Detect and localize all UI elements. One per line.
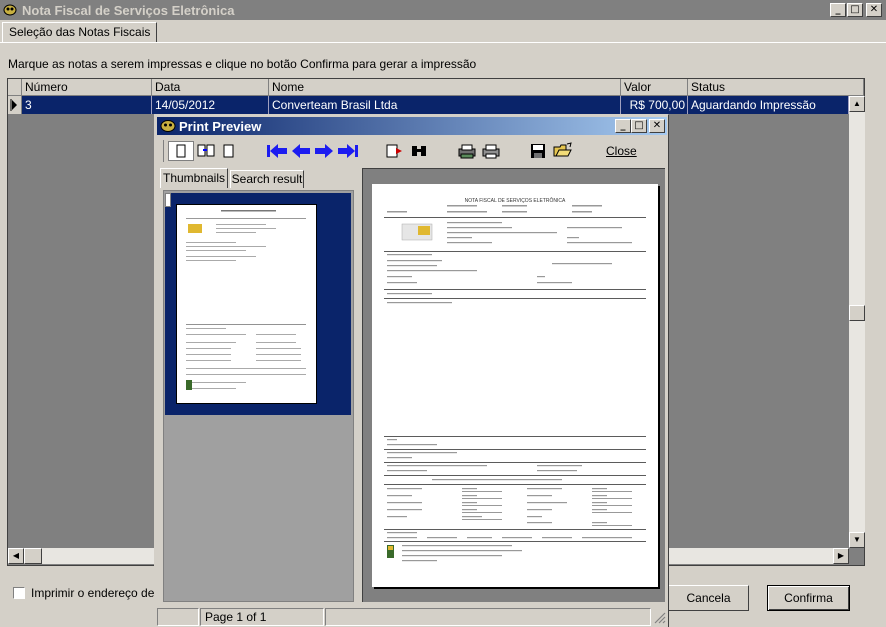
thumbnail-page-marker (165, 193, 171, 207)
preview-page[interactable]: NOTA FISCAL DE SERVIÇOS ELETRÔNICA (372, 184, 658, 587)
previous-page-icon[interactable] (291, 143, 311, 159)
header-indicator-cell (8, 79, 22, 96)
pp-close-button[interactable]: ✕ (649, 119, 665, 133)
print-address-checkbox[interactable] (13, 587, 25, 599)
scroll-right-button[interactable]: ▶ (833, 548, 849, 564)
cell-valor[interactable]: R$ 700,00 (621, 96, 688, 114)
app-icon (3, 4, 17, 16)
single-page-icon (176, 144, 186, 158)
scroll-down-button[interactable]: ▼ (849, 532, 865, 548)
toolbar-grip (163, 140, 164, 162)
column-header-nome[interactable]: Nome (269, 79, 621, 96)
scroll-left-button[interactable]: ◀ (8, 548, 24, 564)
pp-maximize-button[interactable]: □ (631, 119, 647, 133)
cell-numero[interactable]: 3 (22, 96, 152, 114)
hscroll-thumb[interactable] (24, 548, 42, 564)
tab-thumbnails[interactable]: Thumbnails (160, 168, 228, 188)
single-page-button[interactable] (168, 141, 194, 161)
confirm-button[interactable]: Confirma (767, 585, 850, 611)
column-header-numero[interactable]: Número (22, 79, 152, 96)
print-setup-icon[interactable] (457, 143, 477, 159)
column-header-status[interactable]: Status (688, 79, 864, 96)
print-address-label: Imprimir o endereço de c (31, 586, 164, 600)
tab-selecao-notas[interactable]: Seleção das Notas Fiscais (2, 22, 158, 43)
print-preview-titlebar[interactable]: Print Preview _ □ ✕ (157, 117, 667, 135)
open-folder-icon[interactable] (553, 142, 573, 159)
scroll-up-button[interactable]: ▲ (849, 96, 865, 112)
tab-label: Seleção das Notas Fiscais (9, 25, 151, 39)
instruction-text: Marque as notas a serem impressas e cliq… (8, 57, 477, 71)
column-header-valor[interactable]: Valor (621, 79, 688, 96)
thumbnail-page-content (176, 204, 317, 404)
two-pages-icon (197, 144, 215, 157)
main-titlebar[interactable]: Nota Fiscal de Serviços Eletrônica _ □ ✕ (0, 0, 886, 20)
current-row-arrow-icon (10, 99, 17, 111)
tab-divider (0, 42, 886, 43)
find-binoculars-icon[interactable] (410, 143, 428, 159)
grid-vertical-scrollbar[interactable] (849, 96, 865, 548)
row-indicator[interactable] (8, 96, 22, 114)
maximize-button[interactable]: □ (847, 3, 863, 17)
minimize-button[interactable]: _ (830, 3, 846, 17)
first-page-icon[interactable] (266, 143, 288, 159)
tab-search-result[interactable]: Search result (230, 170, 304, 188)
cancel-button[interactable]: Cancela (668, 585, 749, 611)
resize-grip-icon[interactable] (652, 610, 666, 624)
print-icon[interactable] (481, 143, 501, 159)
page-width-icon (223, 144, 234, 158)
next-page-icon[interactable] (314, 143, 334, 159)
close-button[interactable]: ✕ (866, 3, 882, 17)
close-preview-button[interactable]: Close (606, 144, 637, 158)
last-page-icon[interactable] (337, 143, 359, 159)
window-title: Nota Fiscal de Serviços Eletrônica (22, 3, 235, 18)
column-header-data[interactable]: Data (152, 79, 269, 96)
page-status: Page 1 of 1 (200, 608, 324, 626)
page-thumbnail[interactable] (176, 204, 317, 404)
cell-data[interactable]: 14/05/2012 (152, 96, 269, 114)
goto-page-icon[interactable] (386, 143, 406, 159)
cell-status[interactable]: Aguardando Impressão (688, 96, 849, 114)
pp-minimize-button[interactable]: _ (615, 119, 631, 133)
print-preview-app-icon (160, 120, 176, 132)
two-pages-button[interactable] (196, 141, 216, 161)
print-preview-title: Print Preview (179, 119, 262, 134)
save-icon[interactable] (530, 143, 546, 159)
status-panel-info (325, 608, 651, 626)
page-width-button[interactable] (220, 141, 238, 161)
status-panel-empty (157, 608, 199, 626)
preview-page-content (384, 205, 646, 562)
scroll-thumb[interactable] (849, 305, 865, 321)
cell-nome[interactable]: Converteam Brasil Ltda (269, 96, 621, 114)
